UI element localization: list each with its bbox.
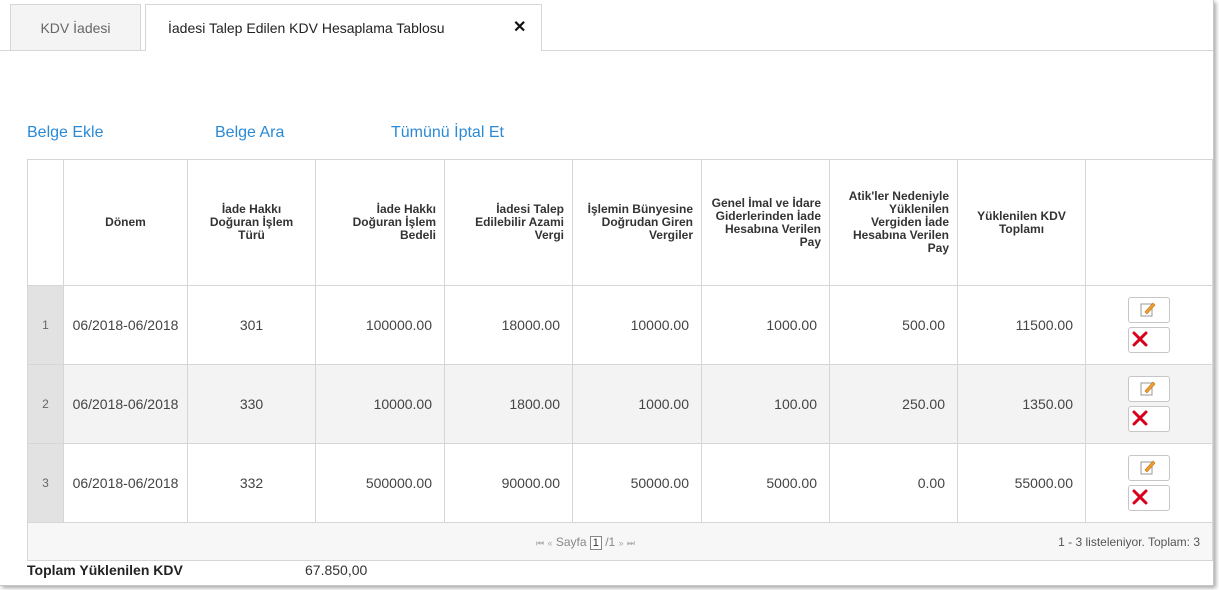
row-number: 2 <box>27 364 64 444</box>
edit-icon <box>1140 302 1156 317</box>
cell-genel-imal: 100.00 <box>701 364 830 444</box>
row-actions <box>1085 364 1213 444</box>
tab-hesaplama-tablosu[interactable]: İadesi Talep Edilen KDV Hesaplama Tablos… <box>145 4 542 51</box>
header-azami-vergi[interactable]: İadesi Talep Edilebilir Azami Vergi <box>444 159 573 286</box>
cell-azami-vergi: 18000.00 <box>444 285 573 365</box>
record-count: 1 - 3 listeleniyor. Toplam: 3 <box>1058 535 1200 549</box>
row-number: 1 <box>27 285 64 365</box>
kdv-table: Dönem İade Hakkı Doğuran İşlem Türü İade… <box>27 159 1213 561</box>
last-page-icon[interactable]: ⏭ <box>627 538 635 548</box>
header-actions <box>1085 159 1213 286</box>
header-atik[interactable]: Atik'ler Nedeniyle Yüklenilen Vergiden İ… <box>829 159 958 286</box>
next-page-icon[interactable]: » <box>619 538 624 548</box>
cell-azami-vergi: 90000.00 <box>444 443 573 523</box>
edit-button[interactable] <box>1128 376 1170 402</box>
cell-dogrudan: 50000.00 <box>572 443 702 523</box>
cell-genel-imal: 1000.00 <box>701 285 830 365</box>
page-number-input[interactable]: 1 <box>589 535 602 550</box>
prev-page-icon[interactable]: « <box>547 538 552 548</box>
cell-islem-bedeli: 100000.00 <box>315 285 445 365</box>
cell-islem-turu: 332 <box>187 443 316 523</box>
cell-atik: 250.00 <box>829 364 958 444</box>
add-document-link[interactable]: Belge Ekle <box>27 124 104 142</box>
cell-islem-bedeli: 10000.00 <box>315 364 445 444</box>
cell-atik: 500.00 <box>829 285 958 365</box>
pager-row: ⏮ « Sayfa 1 /1 » ⏭ 1 - 3 listeleniyor. T… <box>27 522 1213 562</box>
table-header-row: Dönem İade Hakkı Doğuran İşlem Türü İade… <box>27 159 1213 286</box>
header-donem[interactable]: Dönem <box>63 159 188 286</box>
close-icon[interactable]: ✕ <box>513 5 526 51</box>
delete-icon <box>1132 489 1148 505</box>
cell-toplam: 11500.00 <box>957 285 1086 365</box>
row-number: 3 <box>27 443 64 523</box>
cell-islem-bedeli: 500000.00 <box>315 443 445 523</box>
header-dogrudan-vergiler[interactable]: İşlemin Bünyesine Doğrudan Giren Vergile… <box>572 159 702 286</box>
row-actions <box>1085 443 1213 523</box>
table-row[interactable]: 2 06/2018-06/2018 330 10000.00 1800.00 1… <box>27 364 1213 444</box>
header-genel-imal[interactable]: Genel İmal ve İdare Giderlerinden İade H… <box>701 159 830 286</box>
cancel-all-link[interactable]: Tümünü İptal Et <box>391 124 504 142</box>
cell-islem-turu: 330 <box>187 364 316 444</box>
delete-button[interactable] <box>1128 327 1170 353</box>
delete-button[interactable] <box>1128 406 1170 432</box>
cell-donem: 06/2018-06/2018 <box>63 285 188 365</box>
page-label: Sayfa <box>555 535 587 549</box>
cell-atik: 0.00 <box>829 443 958 523</box>
cell-azami-vergi: 1800.00 <box>444 364 573 444</box>
edit-button[interactable] <box>1128 455 1170 481</box>
tab-label: İadesi Talep Edilen KDV Hesaplama Tablos… <box>168 20 445 36</box>
row-actions <box>1085 285 1213 365</box>
page-total: /1 <box>605 535 616 549</box>
edit-icon <box>1140 460 1156 475</box>
cell-genel-imal: 5000.00 <box>701 443 830 523</box>
search-document-link[interactable]: Belge Ara <box>215 124 284 142</box>
header-islem-turu[interactable]: İade Hakkı Doğuran İşlem Türü <box>187 159 316 286</box>
cell-donem: 06/2018-06/2018 <box>63 443 188 523</box>
cell-dogrudan: 10000.00 <box>572 285 702 365</box>
app-frame: KDV İadesi İadesi Talep Edilen KDV Hesap… <box>0 0 1214 586</box>
pager: ⏮ « Sayfa 1 /1 » ⏭ <box>536 523 635 562</box>
edit-icon <box>1140 381 1156 396</box>
table-row[interactable]: 1 06/2018-06/2018 301 100000.00 18000.00… <box>27 285 1213 365</box>
tab-kdv-iadesi[interactable]: KDV İadesi <box>10 4 141 50</box>
cell-toplam: 55000.00 <box>957 443 1086 523</box>
header-islem-bedeli[interactable]: İade Hakkı Doğuran İşlem Bedeli <box>315 159 445 286</box>
edit-button[interactable] <box>1128 297 1170 323</box>
cell-toplam: 1350.00 <box>957 364 1086 444</box>
delete-button[interactable] <box>1128 485 1170 511</box>
table-row[interactable]: 3 06/2018-06/2018 332 500000.00 90000.00… <box>27 443 1213 523</box>
delete-icon <box>1132 331 1148 347</box>
pager-cell: ⏮ « Sayfa 1 /1 » ⏭ 1 - 3 listeleniyor. T… <box>27 522 1213 562</box>
tab-bar: KDV İadesi İadesi Talep Edilen KDV Hesap… <box>0 0 1213 51</box>
cell-islem-turu: 301 <box>187 285 316 365</box>
delete-icon <box>1132 410 1148 426</box>
total-label: Toplam Yüklenilen KDV <box>27 562 183 578</box>
cell-donem: 06/2018-06/2018 <box>63 364 188 444</box>
header-kdv-toplami[interactable]: Yüklenilen KDV Toplamı <box>957 159 1086 286</box>
first-page-icon[interactable]: ⏮ <box>536 538 544 548</box>
cell-dogrudan: 1000.00 <box>572 364 702 444</box>
total-value: 67.850,00 <box>305 562 368 578</box>
tab-label: KDV İadesi <box>40 20 111 36</box>
header-rownum <box>27 159 64 286</box>
